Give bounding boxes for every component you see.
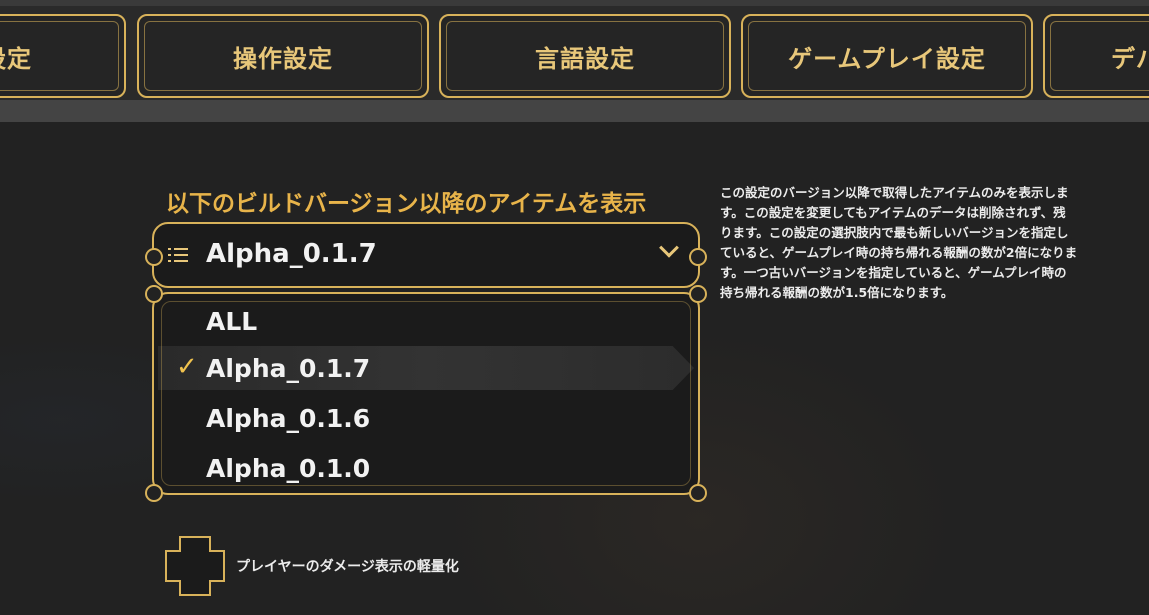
build-version-dropdown-list: ALL ✓ Alpha_0.1.7 Alpha_0.1.6 Alpha_0.1.…: [145, 285, 707, 502]
check-icon: ✓: [176, 352, 198, 382]
frame-notch: [145, 248, 163, 266]
dropdown-option-all[interactable]: ALL: [158, 299, 694, 343]
tab-gameplay-settings[interactable]: ゲームプレイ設定: [741, 14, 1033, 98]
build-version-description: この設定のバージョン以降で取得したアイテムのみを表示しま す。この設定を変更して…: [720, 183, 1125, 303]
option-label: ALL: [206, 307, 258, 336]
dropdown-option-alpha-0-1-6[interactable]: Alpha_0.1.6: [158, 396, 694, 440]
tab-debug-partial[interactable]: デバ: [1043, 14, 1149, 98]
tab-label: 設定: [0, 44, 32, 73]
chevron-down-icon[interactable]: [659, 237, 679, 258]
tab-settings-partial[interactable]: 設定: [0, 14, 126, 98]
description-line: 持ち帰れる報酬の数が1.5倍になります。: [720, 285, 954, 300]
description-line: ていると、ゲームプレイ時の持ち帰れる報酬の数が2倍になりま: [720, 245, 1078, 260]
tab-label: ゲームプレイ設定: [788, 44, 986, 73]
description-line: この設定のバージョン以降で取得したアイテムのみを表示しま: [720, 185, 1069, 200]
frame-notch: [689, 248, 707, 266]
option-label: Alpha_0.1.7: [206, 354, 371, 383]
description-line: ります。この設定の選択肢内で最も新しいバージョンを指定し: [720, 225, 1069, 240]
settings-screen: 設定 操作設定 言語設定 ゲームプレイ設定 デバ 以下のビルドバージョン以降のア…: [0, 0, 1149, 615]
damage-display-checkbox[interactable]: [164, 535, 226, 597]
tab-control-settings[interactable]: 操作設定: [137, 14, 429, 98]
selected-build-version: Alpha_0.1.7: [206, 239, 377, 269]
option-label: Alpha_0.1.6: [206, 404, 371, 433]
list-icon: [168, 248, 188, 264]
description-line: す。この設定を変更してもアイテムのデータは削除されず、残: [720, 205, 1066, 220]
tab-language-settings[interactable]: 言語設定: [439, 14, 731, 98]
tab-label: 言語設定: [535, 44, 635, 73]
settings-tab-bar: 設定 操作設定 言語設定 ゲームプレイ設定 デバ: [0, 0, 1149, 122]
dropdown-option-alpha-0-1-0[interactable]: Alpha_0.1.0: [158, 446, 694, 490]
tab-label: 操作設定: [233, 44, 333, 73]
damage-display-label: プレイヤーのダメージ表示の軽量化: [236, 559, 459, 575]
option-label: Alpha_0.1.0: [206, 454, 371, 483]
dropdown-option-alpha-0-1-7[interactable]: ✓ Alpha_0.1.7: [158, 346, 694, 390]
description-line: す。一つ古いバージョンを指定していると、ゲームプレイ時の: [720, 265, 1067, 280]
build-version-setting-label: 以下のビルドバージョン以降のアイテムを表示: [166, 191, 647, 217]
build-version-select[interactable]: Alpha_0.1.7: [145, 222, 707, 288]
tab-label: デバ: [1111, 44, 1149, 73]
checkbox-frame-icon: [165, 536, 225, 596]
